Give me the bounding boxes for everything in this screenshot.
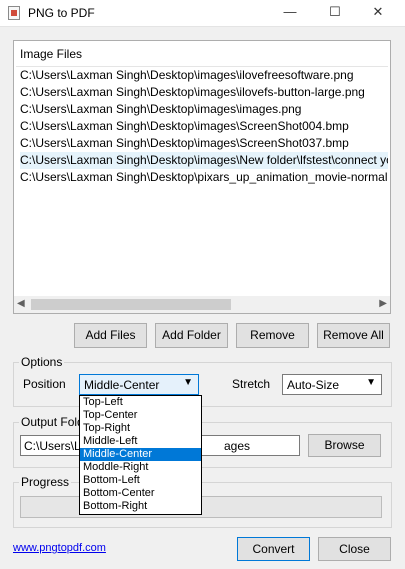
list-rows: C:\Users\Laxman Singh\Desktop\images\ilo… xyxy=(20,67,388,186)
add-files-button[interactable]: Add Files xyxy=(74,323,147,348)
dropdown-option[interactable]: Top-Left xyxy=(80,396,201,409)
close-button[interactable]: Close xyxy=(318,537,391,561)
position-select-value: Middle-Center xyxy=(84,378,160,392)
position-label: Position xyxy=(23,377,66,391)
stretch-select[interactable]: Auto-Size ▼ xyxy=(282,374,382,395)
minimize-button[interactable]: — xyxy=(270,0,310,26)
list-item[interactable]: C:\Users\Laxman Singh\Desktop\images\ima… xyxy=(20,101,388,118)
scroll-thumb[interactable] xyxy=(31,299,231,310)
close-window-button[interactable]: ✕ xyxy=(358,0,398,26)
remove-button[interactable]: Remove xyxy=(236,323,309,348)
dropdown-option[interactable]: Top-Right xyxy=(80,422,201,435)
list-item[interactable]: C:\Users\Laxman Singh\Desktop\pixars_up_… xyxy=(20,169,388,186)
dropdown-option[interactable]: Bottom-Right xyxy=(80,500,201,513)
remove-all-button[interactable]: Remove All xyxy=(317,323,390,348)
position-dropdown-list[interactable]: Top-Left Top-Center Top-Right Middle-Lef… xyxy=(79,395,202,515)
options-label: Options xyxy=(19,355,65,369)
dropdown-option[interactable]: Moddle-Right xyxy=(80,461,201,474)
chevron-down-icon: ▼ xyxy=(366,377,376,388)
dropdown-option[interactable]: Middle-Left xyxy=(80,435,201,448)
output-folder-path-start: C:\Users\La xyxy=(24,439,88,453)
stretch-label: Stretch xyxy=(232,377,271,391)
app-icon xyxy=(8,6,20,20)
website-link[interactable]: www.pngtopdf.com xyxy=(13,542,106,554)
progress-label: Progress xyxy=(19,475,72,489)
dropdown-option[interactable]: Top-Center xyxy=(80,409,201,422)
output-folder-path-end: ages xyxy=(224,439,251,453)
image-files-list[interactable]: Image Files C:\Users\Laxman Singh\Deskto… xyxy=(13,40,391,314)
list-column-header[interactable]: Image Files xyxy=(20,47,82,61)
list-item[interactable]: C:\Users\Laxman Singh\Desktop\images\Scr… xyxy=(20,135,388,152)
dropdown-option[interactable]: Bottom-Left xyxy=(80,474,201,487)
list-item-selected[interactable]: C:\Users\Laxman Singh\Desktop\images\New… xyxy=(20,152,388,169)
list-item[interactable]: C:\Users\Laxman Singh\Desktop\images\ilo… xyxy=(20,67,388,84)
chevron-down-icon: ▼ xyxy=(183,377,193,388)
browse-button[interactable]: Browse xyxy=(308,434,381,457)
horizontal-scrollbar[interactable]: ◀ ▶ xyxy=(14,296,390,313)
dropdown-option-selected[interactable]: Middle-Center xyxy=(80,448,201,461)
stretch-select-value: Auto-Size xyxy=(287,378,340,392)
dropdown-option[interactable]: Bottom-Center xyxy=(80,487,201,500)
add-folder-button[interactable]: Add Folder xyxy=(155,323,228,348)
window-title: PNG to PDF xyxy=(28,6,95,20)
title-bar: PNG to PDF — ☐ ✕ xyxy=(0,0,405,27)
list-item[interactable]: C:\Users\Laxman Singh\Desktop\images\Scr… xyxy=(20,118,388,135)
convert-button[interactable]: Convert xyxy=(237,537,310,561)
maximize-button[interactable]: ☐ xyxy=(315,0,355,26)
scroll-right-icon[interactable]: ▶ xyxy=(379,298,387,309)
position-select[interactable]: Middle-Center ▼ xyxy=(79,374,199,395)
scroll-left-icon[interactable]: ◀ xyxy=(17,298,25,309)
list-item[interactable]: C:\Users\Laxman Singh\Desktop\images\ilo… xyxy=(20,84,388,101)
